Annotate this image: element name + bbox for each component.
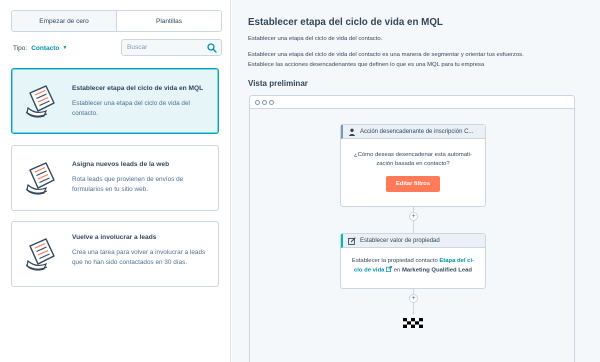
mode-tabs: Empezar de cero Plantillas [11, 10, 222, 32]
enrollment-trigger-node[interactable]: Acción desencadenante de inscripción C..… [340, 124, 486, 207]
template-document-icon [25, 162, 55, 195]
chevron-down-icon[interactable]: ▼ [62, 45, 67, 51]
lifecycle-stage-link[interactable]: Etapa del ci- [439, 258, 474, 264]
action-description: Establecer la propiedad contacto Etapa d… [341, 257, 485, 266]
template-title: Asigna nuevos leads de la web [72, 161, 170, 168]
template-description: Establecer una etapa del ciclo de vida d… [72, 100, 190, 117]
node-header: Establecer valor de propiedad [341, 234, 485, 248]
template-detail-panel: Establecer etapa del ciclo de vida en MQ… [232, 0, 600, 362]
template-sidebar: Empezar de cero Plantillas Tipo: Contact… [0, 0, 231, 362]
search-icon[interactable] [207, 43, 217, 53]
type-filter-label: Tipo: [13, 44, 28, 52]
edit-icon [348, 236, 356, 245]
detail-description-line: Establecer una etapa del ciclo de vida d… [248, 52, 524, 58]
template-description: Rota leads que provienen de envíos de fo… [72, 176, 184, 193]
action-text: en [393, 267, 401, 274]
tab-start-from-scratch[interactable]: Empezar de cero [12, 11, 116, 31]
plus-icon[interactable]: + [409, 294, 418, 303]
template-card-reengage-leads[interactable]: Vuelve a involucrar a leads Crea una tar… [11, 221, 219, 287]
template-card-assign-leads[interactable]: Asigna nuevos leads de la web Rota leads… [11, 145, 219, 211]
action-text: Establecer la propiedad contacto [351, 258, 438, 264]
lifecycle-value: Marketing Qualified Lead [401, 267, 472, 274]
action-description: clo de vida en Marketing Qualified Lead [341, 265, 485, 276]
workflow-preview: Acción desencadenante de inscripción C..… [249, 95, 575, 362]
template-card-mql[interactable]: Establecer etapa del ciclo de vida en MQ… [11, 68, 219, 134]
window-dot-icon [262, 100, 267, 105]
template-description: Crea una tarea para volver a involucrar … [72, 249, 206, 266]
person-icon [348, 128, 356, 136]
tab-templates[interactable]: Plantillas [116, 11, 221, 31]
set-property-action-node[interactable]: Establecer valor de propiedad Establecer… [340, 233, 486, 289]
type-filter-dropdown[interactable]: Contacto [31, 45, 59, 52]
template-title: Establecer etapa del ciclo de vida en MQ… [72, 85, 204, 92]
preview-window-bar [250, 96, 574, 109]
finish-flag-icon [403, 318, 423, 328]
plus-icon[interactable]: + [409, 212, 418, 221]
workflow-canvas: Acción desencadenante de inscripción C..… [250, 109, 574, 362]
preview-heading: Vista preliminar [248, 79, 308, 88]
trigger-question-line: ¿Cómo deseas desencadenar esta automati- [354, 152, 472, 158]
detail-title: Establecer etapa del ciclo de vida en MQ… [248, 17, 443, 28]
detail-description-line: Establece las acciones desencadenantes q… [248, 62, 485, 68]
trigger-question-line: zación basada en contacto? [376, 161, 450, 167]
template-document-icon [25, 238, 55, 271]
search-box [121, 39, 222, 56]
edit-filters-button[interactable]: Editar filtros [386, 176, 440, 192]
template-document-icon [25, 85, 55, 118]
external-link-icon[interactable] [386, 265, 393, 272]
action-node-title: Establecer valor de propiedad [360, 237, 440, 244]
template-title: Vuelve a involucrar a leads [72, 234, 157, 241]
window-dot-icon [255, 100, 260, 105]
search-input[interactable] [127, 44, 207, 51]
lifecycle-stage-link[interactable]: clo de vida [354, 268, 384, 274]
window-dot-icon [269, 100, 274, 105]
node-header: Acción desencadenante de inscripción C..… [341, 125, 485, 139]
detail-summary: Establecer una etapa del ciclo de vida d… [248, 36, 383, 42]
trigger-node-title: Acción desencadenante de inscripción C..… [360, 128, 474, 135]
